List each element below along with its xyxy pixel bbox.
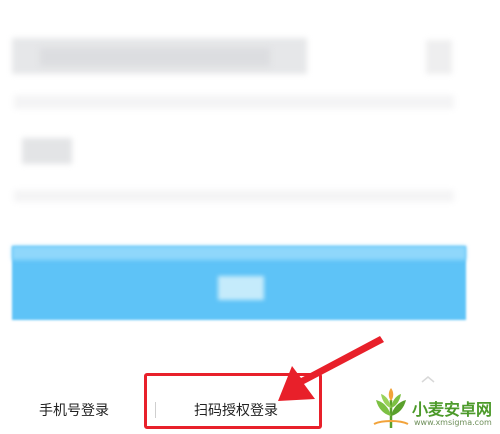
watermark-name: 小麦安卓网 [412, 400, 493, 419]
clear-input-icon[interactable] [426, 40, 452, 74]
login-button-label-blurred [218, 276, 264, 300]
chevron-up-icon[interactable] [420, 374, 436, 384]
watermark: 小麦安卓网 www.xmsigma.com [370, 386, 500, 434]
watermark-url: www.xmsigma.com [414, 418, 492, 427]
wheat-logo-icon [373, 388, 409, 428]
field-divider [14, 190, 454, 202]
field-divider [14, 95, 454, 109]
phone-login-button[interactable]: 手机号登录 [39, 400, 109, 420]
password-input-blurred[interactable] [22, 138, 72, 164]
highlight-box [144, 373, 322, 429]
login-screen: 手机号登录 扫码授权登录 小麦安卓网 www.xmsigma.com [0, 0, 500, 434]
account-text-blurred [40, 48, 270, 66]
login-button-highlight [12, 246, 466, 260]
